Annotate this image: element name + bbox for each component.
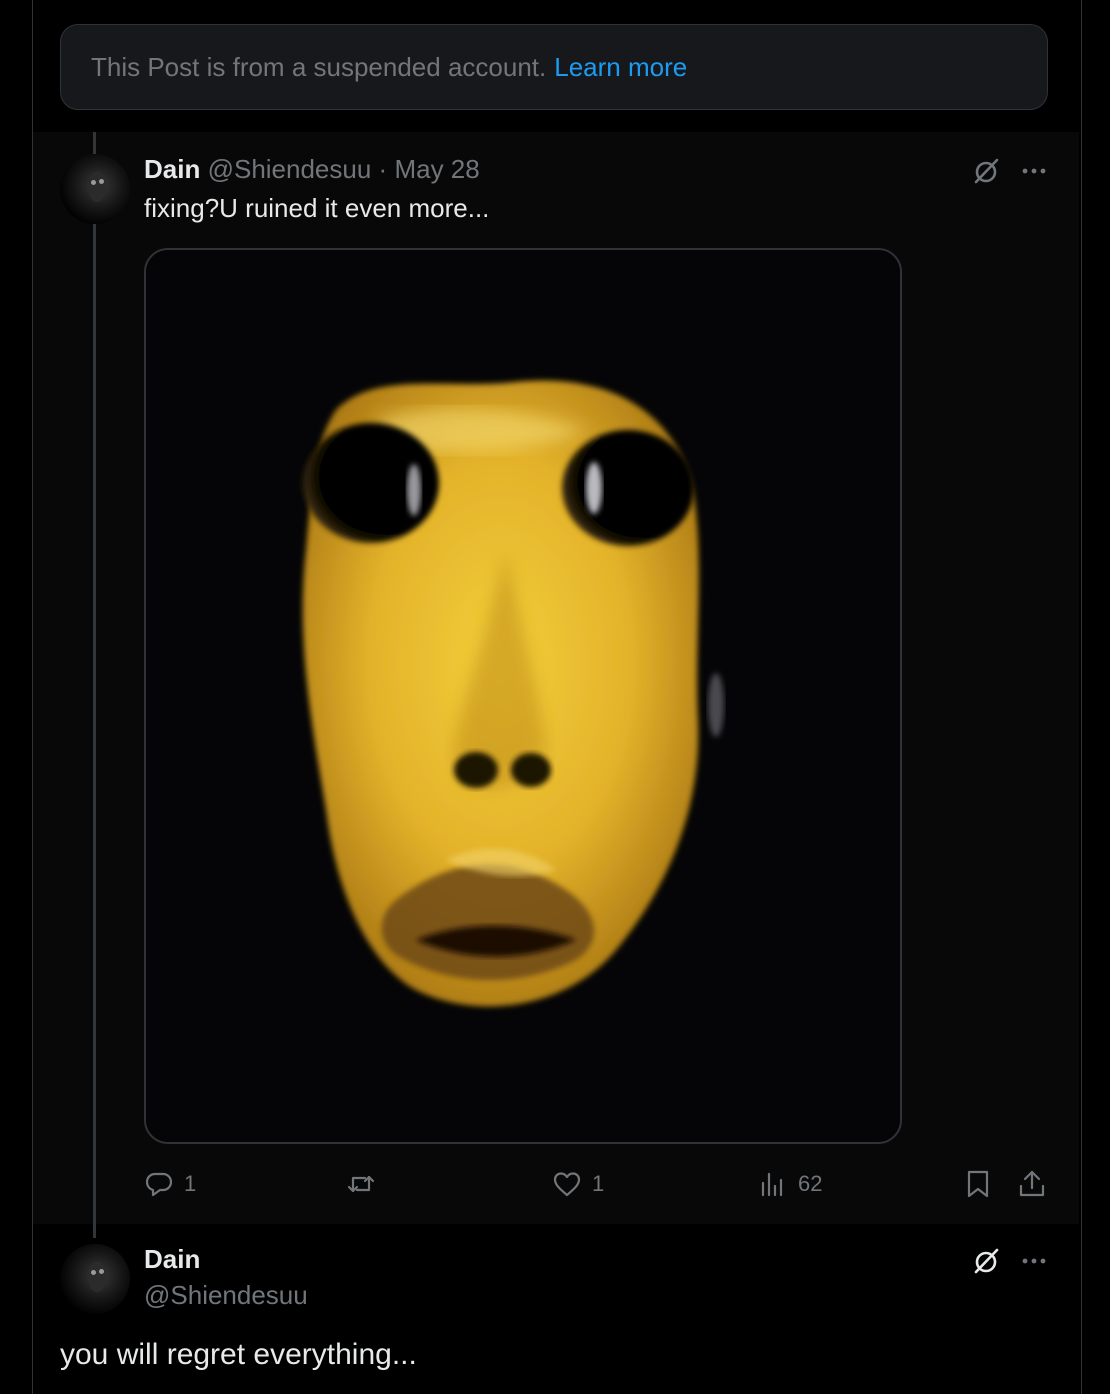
main-handle-row: @Shiendesuu: [144, 1280, 308, 1311]
repost-button[interactable]: [346, 1168, 386, 1200]
learn-more-link[interactable]: Learn more: [554, 52, 687, 83]
repost-icon: [347, 1175, 375, 1193]
notice-text: This Post is from a suspended account.: [91, 51, 547, 82]
main-avatar[interactable]: [60, 1244, 130, 1314]
reply-count: 1: [184, 1171, 197, 1196]
main-author-handle[interactable]: @Shiendesuu: [144, 1280, 308, 1310]
thread-connector: [93, 230, 96, 1238]
reply-icon: [145, 1172, 173, 1197]
suspended-account-notice: This Post is from a suspended account. L…: [60, 24, 1048, 110]
like-button[interactable]: 1: [552, 1168, 604, 1200]
more-options-button[interactable]: [1018, 155, 1050, 187]
grok-button[interactable]: [970, 155, 1002, 187]
analytics-icon: [761, 1172, 783, 1197]
author-name[interactable]: Dain: [144, 154, 200, 184]
distorted-yellow-face-image: [146, 250, 900, 1142]
post-media[interactable]: [144, 248, 902, 1144]
like-count: 1: [592, 1171, 605, 1196]
main-author-name-row: Dain: [144, 1244, 200, 1275]
main-grok-button[interactable]: [970, 1245, 1002, 1277]
more-horizontal-icon: [1022, 1258, 1046, 1264]
share-button[interactable]: [1016, 1168, 1048, 1200]
heart-icon: [553, 1172, 581, 1197]
main-post-text: you will regret everything...: [60, 1338, 417, 1371]
post-text: fixing?U ruined it even more...: [144, 193, 490, 223]
grok-icon: [974, 158, 999, 184]
grok-icon: [974, 1248, 999, 1274]
more-horizontal-icon: [1022, 168, 1046, 174]
share-icon: [1019, 1170, 1045, 1197]
avatar[interactable]: [60, 154, 130, 224]
bookmark-button[interactable]: [962, 1168, 994, 1200]
post-date[interactable]: May 28: [394, 154, 479, 184]
author-handle[interactable]: @Shiendesuu: [208, 154, 372, 184]
main-more-options-button[interactable]: [1018, 1245, 1050, 1277]
post-header: Dain @Shiendesuu · May 28: [144, 154, 480, 185]
header-separator: ·: [378, 154, 388, 184]
main-author-name[interactable]: Dain: [144, 1244, 200, 1274]
reply-button[interactable]: 1: [144, 1168, 196, 1200]
view-count: 62: [798, 1171, 823, 1196]
views-button[interactable]: 62: [758, 1168, 822, 1200]
bookmark-icon: [967, 1170, 989, 1198]
